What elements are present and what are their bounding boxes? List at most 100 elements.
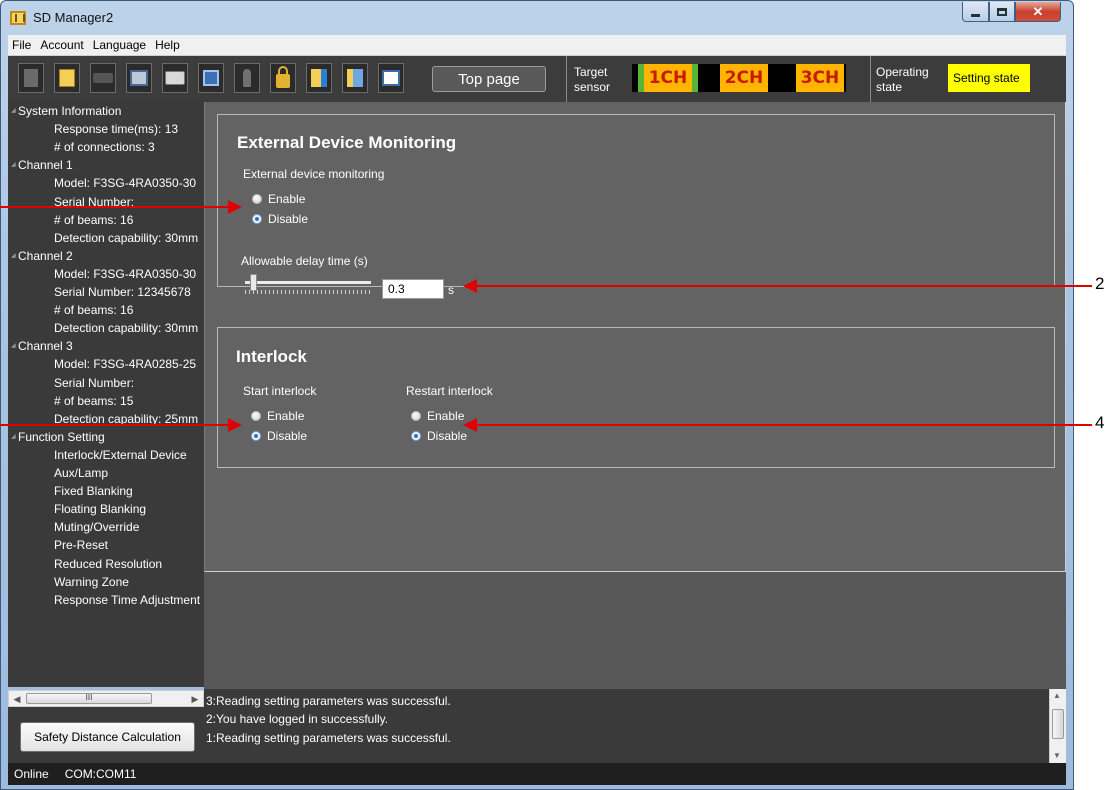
close-button[interactable]: ✕ bbox=[1015, 2, 1061, 22]
channel-3ch-badge[interactable]: 3CH bbox=[796, 64, 844, 92]
scroll-thumb[interactable] bbox=[1052, 709, 1064, 739]
menu-file[interactable]: File bbox=[12, 38, 31, 52]
pc-download-icon bbox=[130, 70, 148, 86]
scroll-left-icon[interactable]: ◀ bbox=[11, 693, 23, 705]
tree-group-node[interactable]: Function Setting bbox=[11, 429, 105, 447]
callout-number: 4 bbox=[1095, 413, 1105, 432]
edm-title: External Device Monitoring bbox=[237, 133, 457, 152]
folder-upload-icon bbox=[347, 69, 363, 87]
callout-arrow bbox=[0, 424, 230, 426]
edm-field-label: External device monitoring bbox=[243, 167, 385, 181]
folder-download-icon bbox=[311, 69, 327, 87]
toolbar-divider bbox=[566, 56, 567, 102]
delay-time-input[interactable]: 0.3 bbox=[382, 279, 444, 299]
message-log: 3:Reading setting parameters was success… bbox=[204, 689, 1066, 763]
callout-arrowhead bbox=[463, 418, 477, 432]
maximize-button[interactable] bbox=[989, 2, 1015, 22]
tree-item[interactable]: Fixed Blanking bbox=[54, 483, 133, 501]
folder-download-button[interactable] bbox=[306, 63, 332, 93]
tree-group-node[interactable]: Channel 1 bbox=[11, 157, 73, 175]
radio-label: Enable bbox=[267, 409, 305, 423]
print-button[interactable] bbox=[162, 63, 188, 93]
restart-interlock-disable-radio[interactable]: Disable bbox=[411, 429, 467, 443]
edm-disable-radio[interactable]: Disable bbox=[252, 212, 308, 226]
menu-account[interactable]: Account bbox=[40, 38, 83, 52]
settings-pane: External Device Monitoring External devi… bbox=[204, 102, 1066, 572]
title-bar: SD Manager2 ✕ bbox=[1, 1, 1073, 35]
lock-icon bbox=[276, 66, 290, 88]
tree-group-node[interactable]: Channel 3 bbox=[11, 338, 73, 356]
tree-item: # of beams: 15 bbox=[54, 393, 134, 408]
monitor-button[interactable] bbox=[198, 63, 224, 93]
delay-time-slider[interactable] bbox=[243, 273, 373, 295]
top-page-button[interactable]: Top page bbox=[432, 66, 546, 92]
tree-item[interactable]: Interlock/External Device bbox=[54, 447, 187, 465]
radio-unselected-icon bbox=[411, 411, 421, 421]
tree-item: Serial Number: bbox=[54, 375, 135, 390]
tree-item: Response time(ms): 13 bbox=[54, 122, 179, 137]
window-title: SD Manager2 bbox=[33, 10, 114, 25]
tree-item: # of beams: 16 bbox=[54, 303, 134, 318]
key-button[interactable] bbox=[234, 63, 260, 93]
tree-item[interactable]: Warning Zone bbox=[54, 574, 129, 592]
list-button[interactable] bbox=[378, 63, 404, 93]
interlock-title: Interlock bbox=[236, 347, 307, 366]
tree-item[interactable]: Floating Blanking bbox=[54, 501, 146, 519]
minimize-button[interactable] bbox=[962, 2, 989, 22]
channel-1ch-badge[interactable]: 1CH bbox=[644, 64, 692, 92]
lock-button[interactable] bbox=[270, 63, 296, 93]
edm-enable-radio[interactable]: Enable bbox=[252, 192, 305, 206]
operating-state-badge: Setting state bbox=[948, 64, 1030, 92]
message-vertical-scrollbar[interactable]: ▲ ▼ bbox=[1049, 689, 1066, 763]
radio-label: Enable bbox=[268, 192, 306, 206]
callout-arrowhead bbox=[228, 418, 242, 432]
tree-horizontal-scrollbar[interactable]: ◀ III ▶ bbox=[8, 690, 204, 707]
list-icon bbox=[382, 70, 400, 86]
tree-item: Model: F3SG-4RA0285-25 bbox=[54, 357, 197, 372]
callout-arrow bbox=[475, 424, 1092, 426]
start-interlock-label: Start interlock bbox=[243, 384, 317, 398]
target-sensor-label: Target sensor bbox=[574, 65, 611, 94]
operating-state-label: Operating state bbox=[876, 65, 929, 94]
menu-help[interactable]: Help bbox=[155, 38, 180, 52]
app-icon bbox=[10, 11, 26, 25]
message-line: 3:Reading setting parameters was success… bbox=[206, 694, 451, 708]
tree-group-node[interactable]: System Information bbox=[11, 103, 121, 121]
safety-distance-calculation-button[interactable]: Safety Distance Calculation bbox=[20, 722, 195, 752]
scroll-up-icon[interactable]: ▲ bbox=[1053, 691, 1061, 700]
tree-item[interactable]: Muting/Override bbox=[54, 519, 139, 537]
slider-track bbox=[245, 281, 371, 284]
tree-item[interactable]: Response Time Adjustment bbox=[54, 592, 200, 610]
restart-interlock-enable-radio[interactable]: Enable bbox=[411, 409, 464, 423]
scroll-thumb[interactable]: III bbox=[26, 693, 152, 704]
connection-status: Online bbox=[14, 767, 49, 781]
tree-item: Detection capability: 30mm bbox=[54, 321, 199, 336]
folder-upload-button[interactable] bbox=[342, 63, 368, 93]
main-content: External Device Monitoring External devi… bbox=[204, 102, 1066, 689]
radio-selected-icon bbox=[251, 431, 261, 441]
tree-item[interactable]: Aux/Lamp bbox=[54, 465, 108, 483]
start-interlock-disable-radio[interactable]: Disable bbox=[251, 429, 307, 443]
radio-label: Enable bbox=[427, 409, 465, 423]
connect-button[interactable] bbox=[90, 63, 116, 93]
print-icon bbox=[165, 71, 185, 85]
menu-bar: File Account Language Help bbox=[8, 35, 1066, 56]
channel-2ch-badge[interactable]: 2CH bbox=[720, 64, 768, 92]
tree-item[interactable]: Reduced Resolution bbox=[54, 556, 162, 574]
slider-thumb[interactable] bbox=[250, 274, 257, 291]
tree-group-node[interactable]: Channel 2 bbox=[11, 248, 73, 266]
radio-selected-icon bbox=[252, 214, 262, 224]
new-file-button[interactable] bbox=[18, 63, 44, 93]
tree-item[interactable]: Pre-Reset bbox=[54, 537, 108, 555]
toolbar-divider bbox=[870, 56, 871, 102]
scroll-right-icon[interactable]: ▶ bbox=[189, 693, 201, 705]
scroll-down-icon[interactable]: ▼ bbox=[1053, 751, 1061, 760]
menu-language[interactable]: Language bbox=[93, 38, 146, 52]
open-folder-button[interactable] bbox=[54, 63, 80, 93]
monitor-icon bbox=[203, 70, 219, 86]
callout-arrowhead bbox=[228, 200, 242, 214]
edm-group: External Device Monitoring External devi… bbox=[217, 114, 1055, 299]
pc-download-button[interactable] bbox=[126, 63, 152, 93]
new-file-icon bbox=[24, 69, 38, 87]
start-interlock-enable-radio[interactable]: Enable bbox=[251, 409, 304, 423]
